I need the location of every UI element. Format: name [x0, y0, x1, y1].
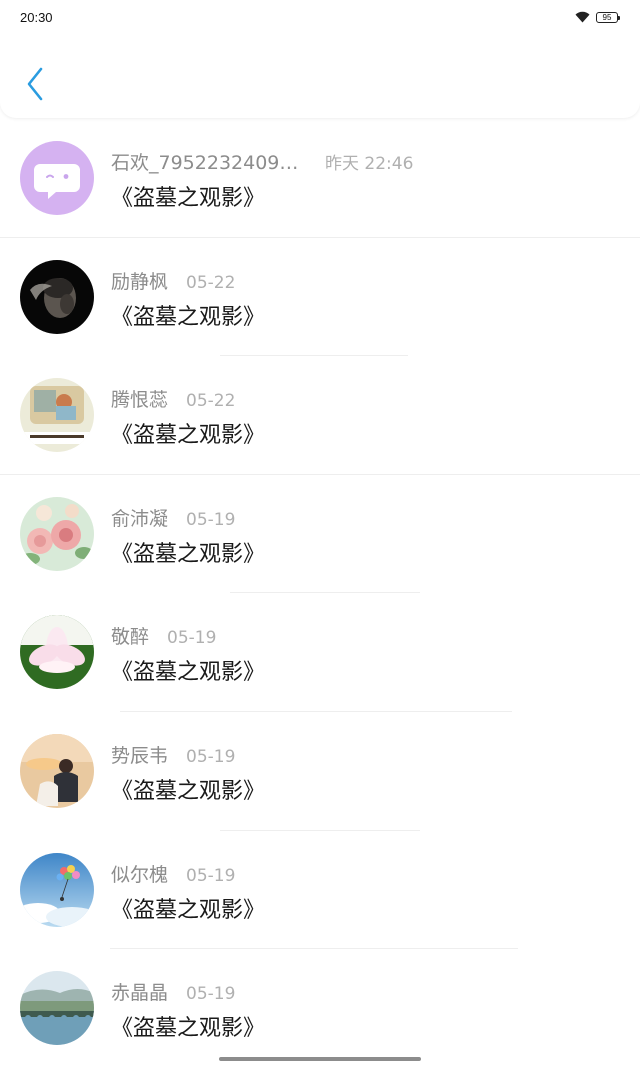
message-list: 石欢_79522324091... 昨天 22:46 《盗墓之观影》 励静枫 0… — [0, 119, 640, 1067]
item-title: 《盗墓之观影》 — [111, 304, 266, 330]
item-title: 《盗墓之观影》 — [111, 778, 266, 804]
item-title: 《盗墓之观影》 — [111, 660, 266, 686]
balloons-avatar-image — [20, 852, 94, 927]
item-time: 05-19 — [186, 746, 236, 767]
status-bar: 20:30 95 — [0, 0, 640, 34]
item-time: 05-19 — [186, 509, 236, 530]
avatar[interactable] — [20, 852, 94, 927]
list-item[interactable]: 励静枫 05-22 《盗墓之观影》 — [0, 238, 640, 357]
user-name: 励静枫 — [111, 270, 169, 293]
list-item[interactable]: 腾恨蕊 05-22 《盗墓之观影》 — [0, 356, 640, 475]
list-item[interactable]: 石欢_79522324091... 昨天 22:46 《盗墓之观影》 — [0, 119, 640, 238]
user-name: 腾恨蕊 — [111, 389, 169, 412]
user-name: 赤晶晶 — [111, 982, 169, 1005]
list-item[interactable]: 敬醉 05-19 《盗墓之观影》 — [0, 593, 640, 712]
item-meta: 赤晶晶 05-19 — [111, 978, 235, 1005]
avatar[interactable] — [20, 141, 94, 215]
item-title: 《盗墓之观影》 — [111, 186, 266, 211]
chat-bubble-avatar-icon — [20, 141, 94, 215]
item-time: 05-22 — [186, 391, 236, 412]
message-list-screen: 20:30 95 石欢_79522324091... 昨天 22:46 《盗墓之… — [0, 0, 640, 1067]
item-meta: 敬醉 05-19 — [111, 622, 216, 649]
item-title: 《盗墓之观影》 — [111, 423, 266, 449]
avatar[interactable] — [20, 615, 94, 690]
user-name: 俞沛凝 — [111, 507, 169, 530]
portrait-avatar-image — [20, 259, 94, 334]
lotus-avatar-image — [20, 615, 94, 690]
avatar[interactable] — [20, 733, 94, 808]
user-name: 敬醉 — [111, 626, 150, 649]
item-meta: 励静枫 05-22 — [111, 267, 235, 294]
battery-icon: 95 — [596, 11, 620, 23]
user-name: 似尔槐 — [111, 863, 169, 886]
status-time: 20:30 — [20, 9, 53, 25]
avatar[interactable] — [20, 971, 94, 1046]
user-name: 石欢_79522324091... — [111, 152, 307, 174]
list-item[interactable]: 俞沛凝 05-19 《盗墓之观影》 — [0, 475, 640, 594]
avatar[interactable] — [20, 496, 94, 571]
item-title: 《盗墓之观影》 — [111, 541, 266, 567]
avatar[interactable] — [20, 378, 94, 453]
item-time: 05-19 — [186, 865, 236, 886]
wifi-icon — [575, 11, 590, 23]
bridge-avatar-image — [20, 971, 94, 1046]
list-item[interactable]: 势辰韦 05-19 《盗墓之观影》 — [0, 712, 640, 831]
item-title: 《盗墓之观影》 — [111, 897, 266, 923]
chevron-left-icon — [27, 67, 43, 101]
item-time: 05-19 — [186, 984, 236, 1005]
item-meta: 势辰韦 05-19 — [111, 741, 235, 768]
user-name: 势辰韦 — [111, 744, 169, 767]
painting-avatar-image — [20, 378, 94, 453]
home-indicator[interactable] — [219, 1057, 421, 1061]
couple-avatar-image — [20, 733, 94, 808]
item-meta: 石欢_79522324091... 昨天 22:46 — [111, 148, 413, 175]
battery-level: 95 — [602, 12, 612, 22]
item-meta: 俞沛凝 05-19 — [111, 504, 235, 531]
item-title: 《盗墓之观影》 — [111, 1016, 266, 1042]
back-button[interactable] — [20, 64, 50, 104]
avatar[interactable] — [20, 259, 94, 334]
roses-avatar-image — [20, 496, 94, 571]
item-time: 05-22 — [186, 272, 236, 293]
item-time: 昨天 22:46 — [325, 154, 414, 174]
status-icons: 95 — [575, 11, 620, 23]
list-item[interactable]: 赤晶晶 05-19 《盗墓之观影》 — [0, 949, 640, 1067]
item-meta: 腾恨蕊 05-22 — [111, 385, 235, 412]
list-item[interactable]: 似尔槐 05-19 《盗墓之观影》 — [0, 831, 640, 950]
item-meta: 似尔槐 05-19 — [111, 860, 235, 887]
item-time: 05-19 — [167, 628, 217, 649]
